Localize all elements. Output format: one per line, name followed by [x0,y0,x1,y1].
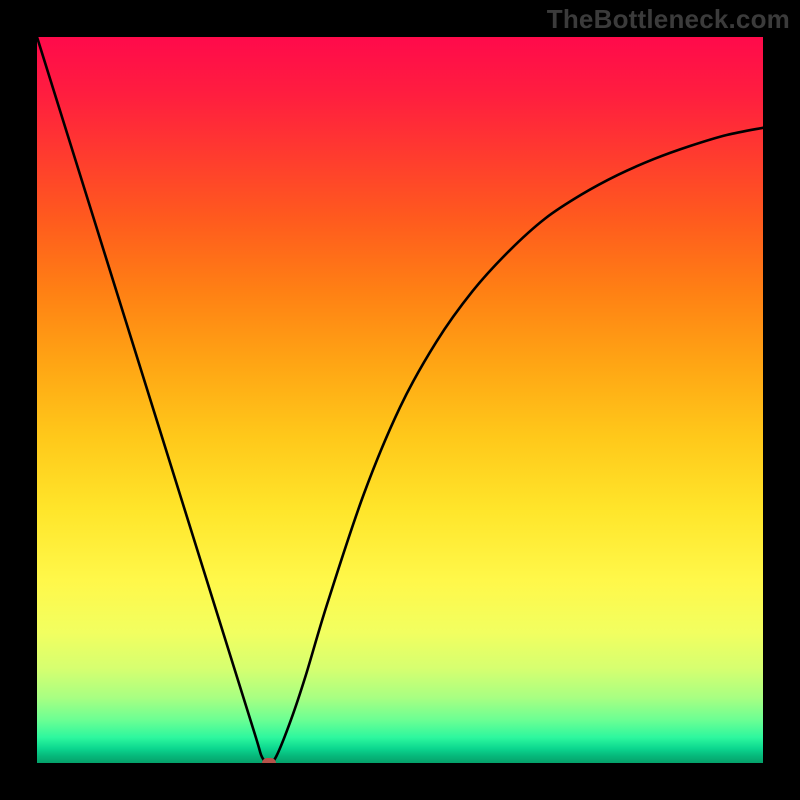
bottleneck-curve [37,37,763,763]
chart-frame: TheBottleneck.com [0,0,800,800]
watermark-text: TheBottleneck.com [547,4,790,35]
optimal-point-marker [262,758,276,763]
plot-area [37,37,763,763]
curve-svg [37,37,763,763]
